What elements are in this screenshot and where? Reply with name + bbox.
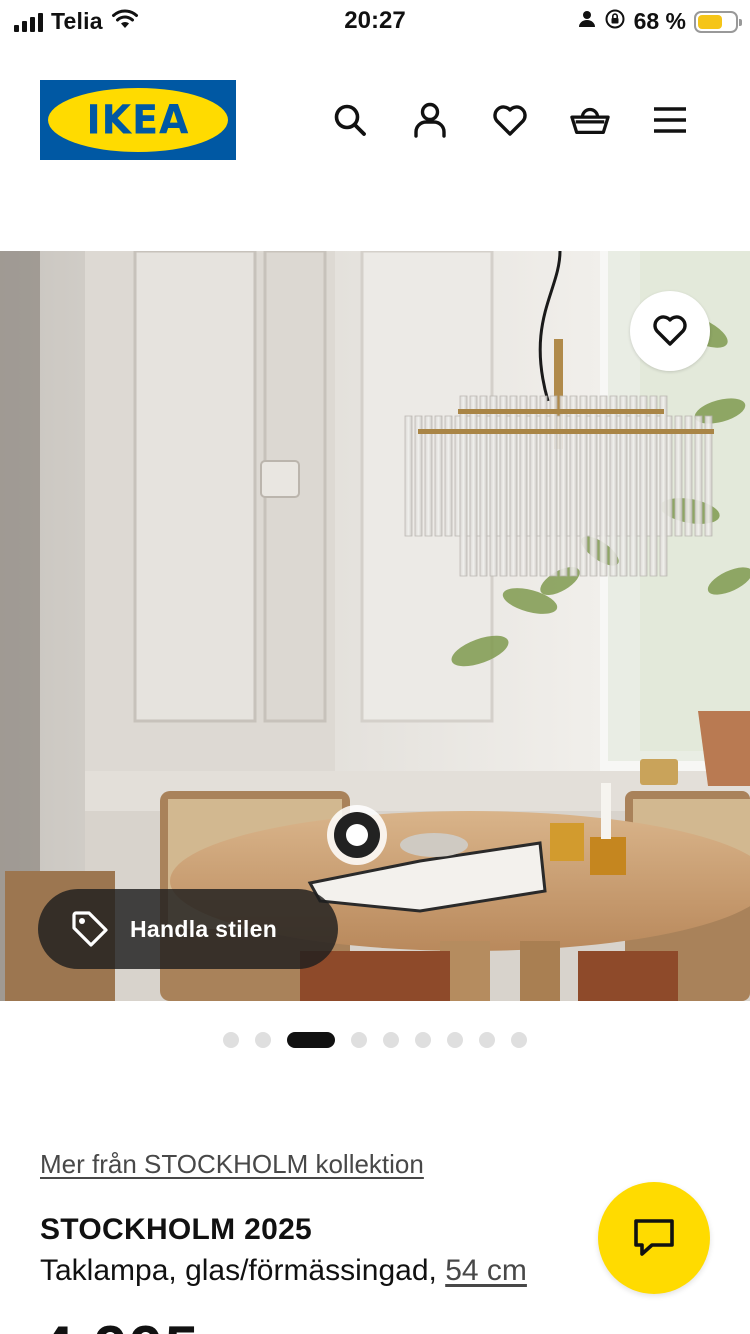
hamburger-menu-icon[interactable] — [650, 100, 690, 140]
battery-percentage: 68 % — [633, 8, 686, 34]
product-description-text: Taklampa, glas/förmässingad, — [40, 1254, 437, 1287]
ikea-logo[interactable]: IKEA — [40, 80, 236, 160]
gallery-dot[interactable] — [255, 1032, 271, 1048]
product-price-value: 4 995 — [40, 1318, 210, 1334]
account-icon[interactable] — [410, 100, 450, 140]
chat-button[interactable] — [598, 1182, 710, 1294]
gallery-dot[interactable] — [383, 1032, 399, 1048]
collection-link[interactable]: Mer från STOCKHOLM kollektion — [40, 1149, 424, 1180]
battery-icon — [694, 10, 742, 33]
product-price: 4 995 — [40, 1318, 210, 1334]
product-name: STOCKHOLM 2025 — [40, 1213, 313, 1246]
product-size-link[interactable]: 54 cm — [445, 1254, 527, 1287]
gallery-pagination — [0, 1032, 750, 1048]
add-to-wishlist-button[interactable] — [630, 291, 710, 371]
person-icon — [578, 10, 596, 33]
orientation-lock-icon — [604, 8, 626, 35]
wishlist-heart-icon[interactable] — [490, 100, 530, 140]
gallery-dot[interactable] — [511, 1032, 527, 1048]
price-tag-icon — [72, 911, 108, 947]
battery-level — [698, 14, 723, 29]
gallery-dot[interactable] — [479, 1032, 495, 1048]
gallery-dot[interactable] — [223, 1032, 239, 1048]
gallery-dot[interactable] — [287, 1032, 335, 1048]
shopping-basket-icon[interactable] — [570, 100, 610, 140]
search-icon[interactable] — [330, 100, 370, 140]
header-nav — [330, 100, 690, 140]
heart-icon — [653, 315, 687, 346]
logo-text: IKEA — [86, 96, 190, 144]
shop-the-style-button[interactable]: Handla stilen — [38, 889, 338, 969]
hotspot-ring — [334, 812, 380, 858]
gallery-dot[interactable] — [447, 1032, 463, 1048]
logo-oval: IKEA — [48, 88, 228, 152]
hotspot-dot — [346, 824, 368, 846]
gallery-dot[interactable] — [415, 1032, 431, 1048]
chat-bubble-icon — [634, 1219, 674, 1256]
gallery-dot[interactable] — [351, 1032, 367, 1048]
product-image-gallery[interactable]: Handla stilen — [0, 251, 750, 1001]
status-bar: Telia 20:27 68 % — [0, 0, 750, 44]
product-description: Taklampa, glas/förmässingad, 54 cm — [40, 1254, 527, 1288]
product-hotspot[interactable] — [327, 805, 387, 865]
shop-the-style-label: Handla stilen — [130, 915, 278, 942]
status-bar-right: 68 % — [578, 8, 742, 35]
